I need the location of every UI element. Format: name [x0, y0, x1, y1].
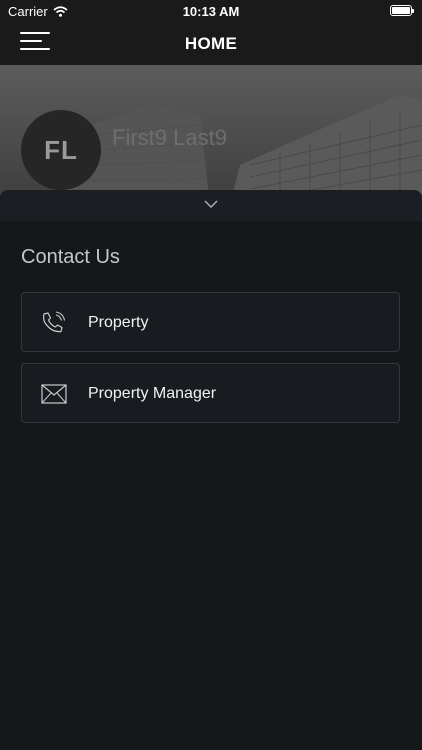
avatar[interactable]: FL: [21, 110, 101, 190]
contact-property-manager-label: Property Manager: [88, 385, 217, 402]
status-bar: Carrier 10:13 AM: [0, 0, 422, 22]
section-title: Contact Us: [21, 246, 120, 268]
mail-icon: [41, 384, 67, 404]
contact-property-button[interactable]: Property: [21, 292, 400, 352]
avatar-initials: FL: [44, 134, 78, 165]
contact-property-label: Property: [88, 314, 149, 331]
phone-icon: [43, 311, 66, 333]
profile-header: FL First9 Last9: [0, 65, 422, 205]
user-name: First9 Last9: [112, 125, 227, 150]
nav-bar: HOME: [0, 22, 422, 65]
page-title: HOME: [184, 34, 238, 53]
contact-property-manager-button[interactable]: Property Manager: [21, 363, 400, 423]
status-time: 10:13 AM: [182, 4, 240, 19]
contact-sheet: Contact Us Property Property Manager: [0, 190, 422, 750]
battery-icon: [390, 5, 414, 16]
chevron-down-icon: [204, 200, 218, 208]
collapse-handle[interactable]: [0, 190, 422, 221]
